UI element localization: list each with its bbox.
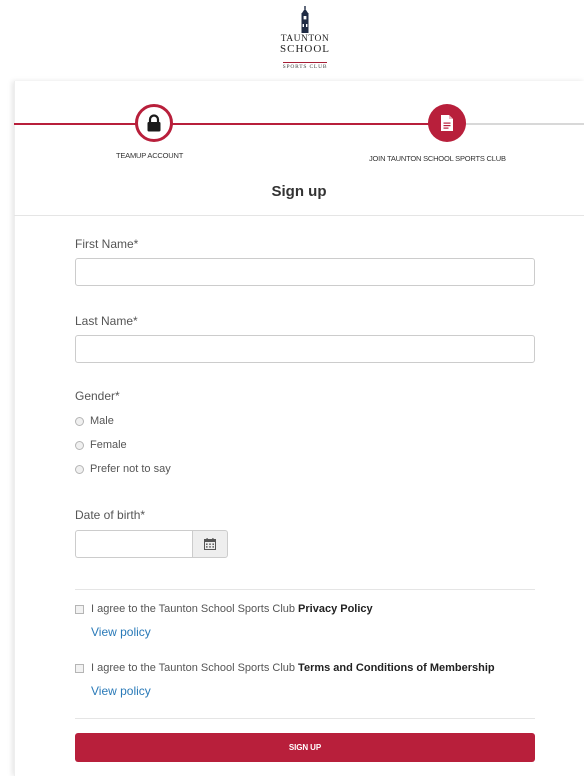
- step-label-join-club: JOIN TAUNTON SCHOOL SPORTS CLUB: [369, 154, 506, 163]
- terms-agreement[interactable]: I agree to the Taunton School Sports Clu…: [75, 662, 495, 674]
- first-name-label: First Name*: [75, 237, 139, 251]
- progress-line-completed: [14, 123, 450, 125]
- calendar-icon: [204, 538, 216, 550]
- step-join-club: [428, 104, 466, 142]
- tower-icon: [301, 6, 309, 33]
- last-name-input[interactable]: [75, 335, 535, 363]
- logo-line-3: SPORTS CLUB: [282, 62, 328, 70]
- lock-icon: [147, 114, 161, 132]
- privacy-view-policy-link[interactable]: View policy: [91, 625, 151, 639]
- terms-checkbox[interactable]: [75, 663, 84, 673]
- first-name-input[interactable]: [75, 258, 535, 286]
- dob-label: Date of birth*: [75, 508, 146, 522]
- document-icon: [441, 115, 453, 131]
- privacy-agreement[interactable]: I agree to the Taunton School Sports Clu…: [75, 603, 373, 615]
- terms-text: I agree to the Taunton School Sports Clu…: [91, 662, 296, 674]
- privacy-policy-label: Privacy Policy: [298, 603, 373, 615]
- calendar-button[interactable]: [192, 530, 228, 558]
- terms-view-policy-link[interactable]: View policy: [91, 684, 151, 698]
- radio-button[interactable]: [75, 416, 84, 426]
- radio-button[interactable]: [75, 440, 84, 450]
- step-label-teamup-account: TEAMUP ACCOUNT: [116, 151, 184, 160]
- gender-option-female[interactable]: Female: [75, 439, 127, 451]
- gender-option-label: Male: [90, 415, 114, 427]
- gender-label: Gender*: [75, 389, 120, 403]
- terms-label: Terms and Conditions of Membership: [298, 662, 495, 674]
- title-divider: [14, 215, 584, 216]
- last-name-label: Last Name*: [75, 314, 138, 328]
- gender-option-prefer-not-to-say[interactable]: Prefer not to say: [75, 463, 171, 475]
- page-title: Sign up: [271, 183, 327, 200]
- submit-divider: [75, 718, 535, 719]
- sign-up-button[interactable]: SIGN UP: [75, 733, 535, 762]
- progress-line-remaining: [450, 123, 584, 125]
- club-logo: TAUNTON SCHOOL SPORTS CLUB: [269, 6, 341, 73]
- gender-option-label: Prefer not to say: [90, 463, 171, 475]
- logo-line-2: SCHOOL: [279, 43, 330, 55]
- dob-input[interactable]: [75, 530, 192, 558]
- form-divider: [75, 589, 535, 590]
- step-teamup-account: [135, 104, 173, 142]
- privacy-checkbox[interactable]: [75, 604, 84, 614]
- gender-option-label: Female: [90, 439, 127, 451]
- privacy-text: I agree to the Taunton School Sports Clu…: [91, 603, 296, 615]
- radio-button[interactable]: [75, 464, 84, 474]
- gender-option-male[interactable]: Male: [75, 415, 114, 427]
